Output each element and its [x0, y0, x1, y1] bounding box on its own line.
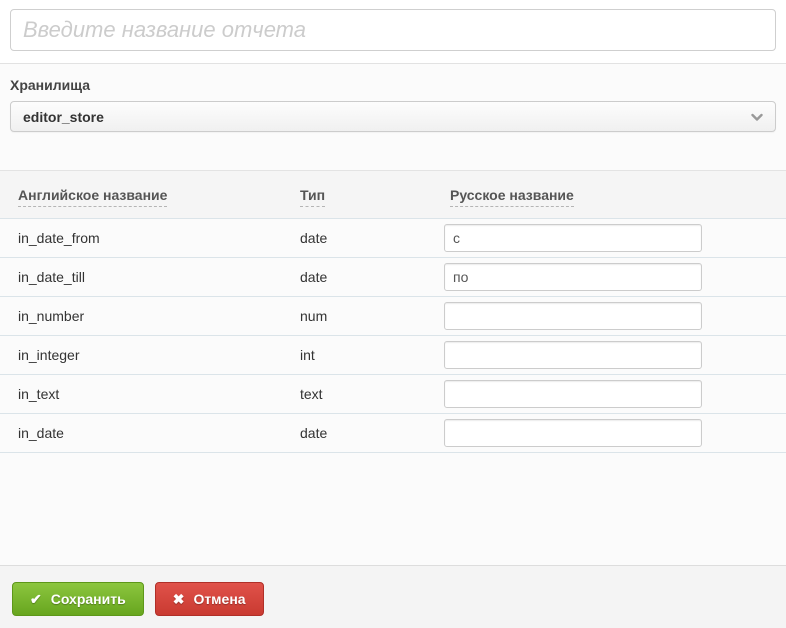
russian-name-input[interactable] [444, 263, 702, 291]
param-russian-cell [444, 374, 786, 414]
storage-label: Хранилища [10, 77, 91, 93]
column-header-type[interactable]: Тип [300, 170, 444, 219]
column-header-label: Английское название [18, 186, 168, 207]
save-button[interactable]: ✔ Сохранить [12, 582, 144, 616]
param-type: int [300, 335, 444, 375]
x-icon: ✖ [172, 590, 185, 607]
param-english-name: in_integer [0, 335, 300, 375]
chevron-down-icon [749, 109, 765, 125]
param-type: date [300, 257, 444, 297]
param-russian-cell [444, 413, 786, 453]
report-name-section [0, 0, 786, 64]
parameters-table: Английское название Тип Русское название… [0, 170, 786, 453]
column-header-label: Русское название [450, 186, 574, 207]
report-name-input[interactable] [10, 9, 776, 51]
param-english-name: in_date [0, 413, 300, 453]
report-editor-page: Хранилища editor_store Английское назван… [0, 0, 786, 628]
check-icon: ✔ [30, 590, 42, 607]
content-spacer [0, 453, 786, 565]
table-header-row: Английское название Тип Русское название [0, 170, 786, 219]
russian-name-input[interactable] [444, 341, 702, 369]
action-bar: ✔ Сохранить ✖ Отмена [0, 565, 786, 628]
russian-name-input[interactable] [444, 302, 702, 330]
main-section: Хранилища editor_store Английское назван… [0, 64, 786, 565]
column-header-english-name[interactable]: Английское название [0, 170, 300, 219]
param-english-name: in_date_till [0, 257, 300, 297]
cancel-button[interactable]: ✖ Отмена [154, 582, 264, 616]
storage-select-value: editor_store [23, 108, 104, 125]
param-type: num [300, 296, 444, 336]
save-button-label: Сохранить [50, 591, 126, 607]
storage-select[interactable]: editor_store [10, 101, 776, 132]
param-russian-cell [444, 335, 786, 375]
param-english-name: in_date_from [0, 218, 300, 258]
param-english-name: in_number [0, 296, 300, 336]
table-row: in_date date [0, 413, 786, 453]
param-type: date [300, 413, 444, 453]
russian-name-input[interactable] [444, 380, 702, 408]
param-type: text [300, 374, 444, 414]
param-english-name: in_text [0, 374, 300, 414]
column-header-russian-name[interactable]: Русское название [444, 170, 786, 219]
param-type: date [300, 218, 444, 258]
param-russian-cell [444, 257, 786, 297]
table-row: in_date_from date [0, 218, 786, 258]
table-row: in_text text [0, 374, 786, 414]
param-russian-cell [444, 296, 786, 336]
cancel-button-label: Отмена [193, 591, 246, 607]
russian-name-input[interactable] [444, 419, 702, 447]
table-row: in_date_till date [0, 257, 786, 297]
table-row: in_number num [0, 296, 786, 336]
column-header-label: Тип [300, 186, 326, 207]
param-russian-cell [444, 218, 786, 258]
russian-name-input[interactable] [444, 224, 702, 252]
table-row: in_integer int [0, 335, 786, 375]
